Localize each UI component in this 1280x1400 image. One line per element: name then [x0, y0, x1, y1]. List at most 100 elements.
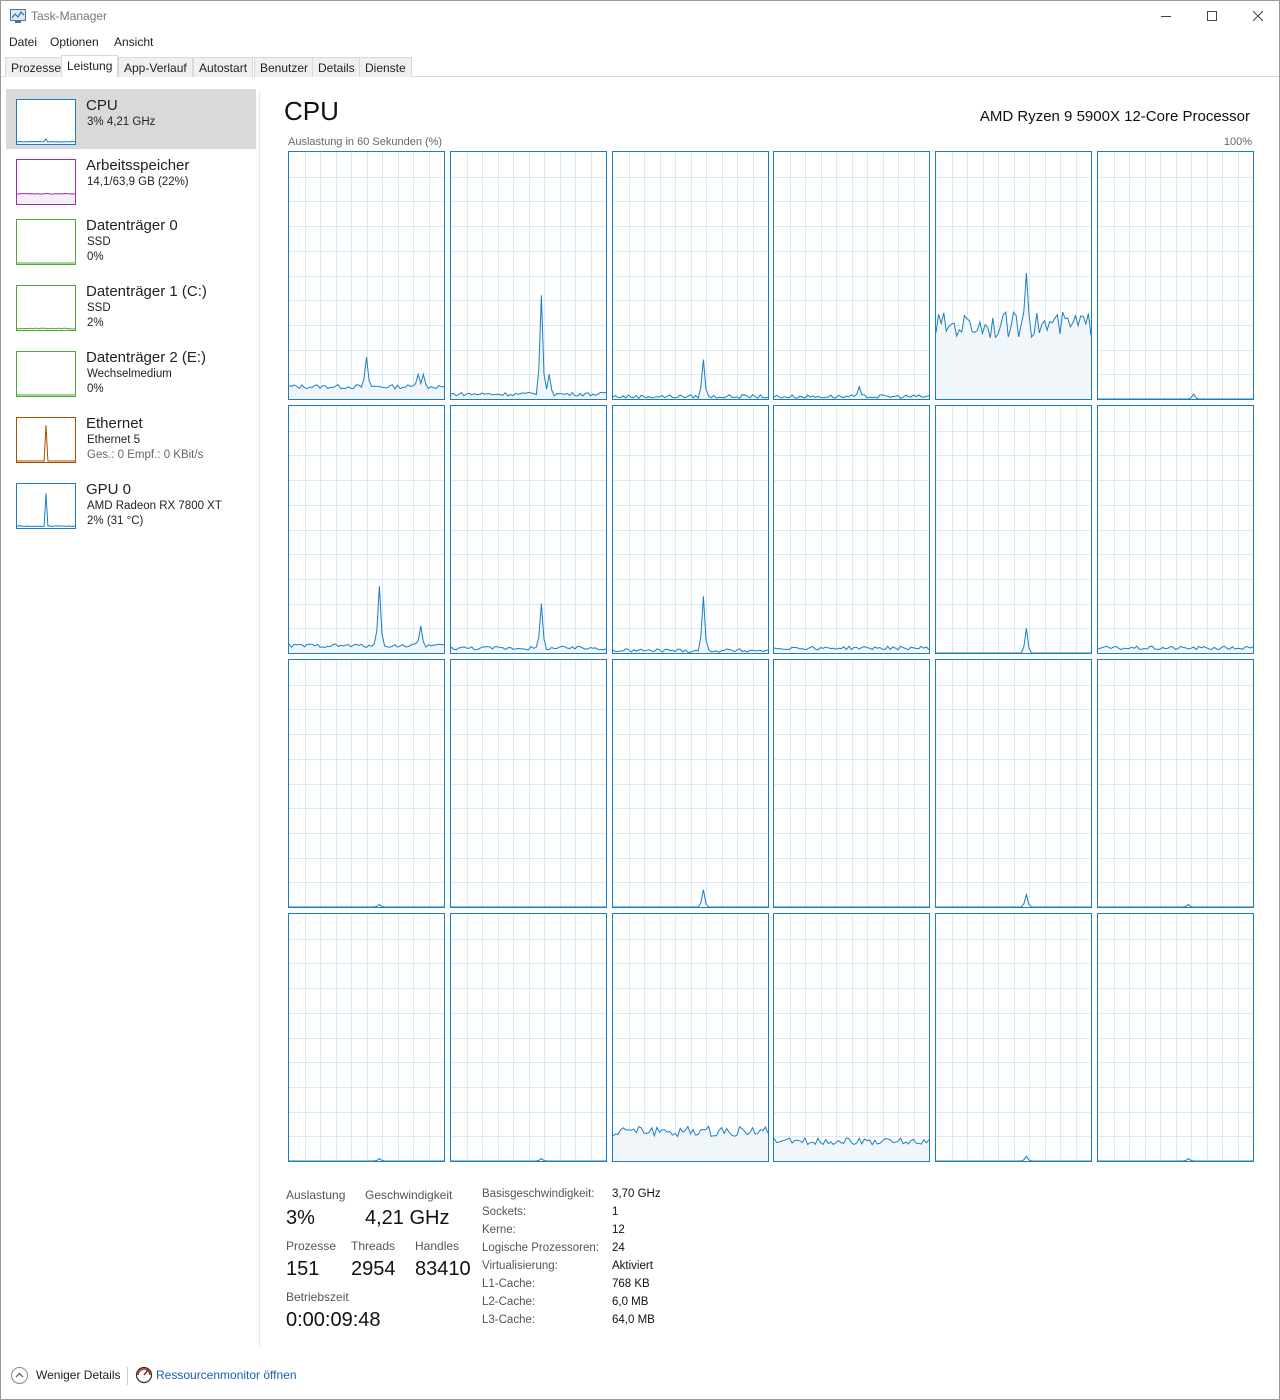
sidebar-item-cpu[interactable]: CPU 3% 4,21 GHz — [6, 89, 256, 149]
maximize-button[interactable] — [1189, 1, 1235, 31]
cpu-mini-graph — [16, 99, 76, 145]
tab-bar: Prozesse Leistung App-Verlauf Autostart … — [1, 55, 1279, 77]
logical-processor-graph — [450, 405, 607, 654]
mini-graph-area — [17, 193, 75, 204]
graph-max-label: 100% — [1223, 136, 1252, 148]
usage-area — [289, 357, 444, 399]
sidebar-item-disk-1[interactable]: Datenträger 1 (C:) SSD 2% — [6, 275, 256, 335]
detail-key: L3-Cache: — [482, 1314, 536, 1326]
usage-area — [1098, 394, 1253, 399]
sidebar-item-ethernet[interactable]: Ethernet Ethernet 5 Ges.: 0 Empf.: 0 KBi… — [6, 407, 256, 467]
sidebar-item-adapter: Ethernet 5 — [87, 434, 141, 446]
tab-autostart[interactable]: Autostart — [193, 57, 254, 77]
uptime-value: 0:00:09:48 — [286, 1309, 381, 1331]
usage-area — [936, 628, 1091, 653]
handles-value: 83410 — [415, 1258, 471, 1280]
sidebar-item-type: Wechselmedium — [87, 368, 172, 380]
usage-area — [774, 386, 929, 399]
mini-graph-line — [17, 192, 75, 195]
logical-processor-graph — [773, 405, 930, 654]
title-bar: Task-Manager — [1, 1, 1279, 31]
logical-processor-graph — [450, 151, 607, 400]
usage-area — [774, 1137, 929, 1161]
logical-processor-graph — [450, 913, 607, 1162]
tab-prozesse[interactable]: Prozesse — [5, 57, 68, 77]
page-title: CPU — [284, 96, 339, 126]
sidebar-item-disk-0[interactable]: Datenträger 0 SSD 0% — [6, 209, 256, 269]
usage-area — [936, 894, 1091, 907]
detail-key: Sockets: — [482, 1206, 527, 1218]
processes-label: Prozesse — [286, 1239, 337, 1253]
detail-key: L1-Cache: — [482, 1278, 536, 1290]
utilization-label: Auslastung — [286, 1188, 346, 1202]
usage-line — [451, 1157, 606, 1161]
menu-ansicht[interactable]: Ansicht — [114, 35, 153, 49]
logical-processor-graph — [935, 151, 1092, 400]
logical-processor-graph — [773, 913, 930, 1162]
logical-processor-graph — [288, 151, 445, 400]
detail-key: Logische Prozessoren: — [482, 1242, 599, 1254]
processes-value: 151 — [286, 1258, 320, 1280]
sidebar-item-title: CPU — [86, 97, 118, 114]
detail-value: 24 — [612, 1242, 625, 1254]
sidebar-item-title: Ethernet — [86, 415, 143, 432]
usage-line — [289, 903, 444, 907]
mini-graph-line — [17, 425, 75, 462]
logical-processor-graph — [450, 659, 607, 908]
detail-value: 64,0 MB — [612, 1314, 655, 1326]
logical-processor-graph — [1097, 405, 1254, 654]
minimize-icon — [1161, 16, 1171, 17]
usage-line — [936, 1155, 1091, 1161]
detail-key: Basisgeschwindigkeit: — [482, 1188, 595, 1200]
handles-label: Handles — [415, 1239, 460, 1253]
detail-value: 12 — [612, 1224, 625, 1236]
resource-monitor-icon — [135, 1366, 153, 1384]
sidebar-item-disk-2[interactable]: Datenträger 2 (E:) Wechselmedium 0% — [6, 341, 256, 401]
detail-key: Virtualisierung: — [482, 1260, 558, 1272]
resource-sidebar: CPU 3% 4,21 GHz Arbeitsspeicher 14,1/63,… — [1, 78, 259, 1348]
mini-graph-line — [17, 327, 75, 330]
uptime-label: Betriebszeit — [286, 1290, 349, 1304]
usage-line — [613, 889, 768, 907]
sidebar-item-value: Ges.: 0 Empf.: 0 KBit/s — [87, 449, 204, 461]
close-button[interactable] — [1235, 1, 1280, 31]
menu-bar: Datei Optionen Ansicht — [1, 32, 1279, 52]
usage-area — [289, 586, 444, 653]
logical-processor-graph — [288, 913, 445, 1162]
resource-monitor-label: Ressourcenmonitor öffnen — [156, 1368, 297, 1382]
tab-details[interactable]: Details — [312, 57, 361, 77]
logical-processor-graph — [288, 659, 445, 908]
maximize-icon — [1207, 11, 1217, 21]
tab-app-verlauf[interactable]: App-Verlauf — [118, 57, 193, 77]
usage-area — [936, 1156, 1091, 1161]
sidebar-item-gpu-0[interactable]: GPU 0 AMD Radeon RX 7800 XT 2% (31 °C) — [6, 473, 256, 533]
sidebar-item-value: 2% (31 °C) — [87, 515, 144, 527]
logical-processor-graph — [773, 151, 930, 400]
logical-processor-graph — [1097, 913, 1254, 1162]
logical-processor-graph — [1097, 659, 1254, 908]
logical-processor-graph — [935, 659, 1092, 908]
sidebar-item-value: 14,1/63,9 GB (22%) — [87, 176, 189, 188]
menu-optionen[interactable]: Optionen — [50, 35, 99, 49]
sidebar-item-title: Arbeitsspeicher — [86, 157, 190, 174]
sidebar-item-title: GPU 0 — [86, 481, 132, 498]
logical-processor-graph — [288, 405, 445, 654]
logical-processor-graph — [1097, 151, 1254, 400]
logical-processor-graph — [935, 405, 1092, 654]
threads-label: Threads — [351, 1239, 396, 1253]
tab-dienste[interactable]: Dienste — [359, 57, 412, 77]
sidebar-item-type: SSD — [87, 236, 111, 248]
tab-benutzer[interactable]: Benutzer — [254, 57, 315, 77]
sidebar-item-memory[interactable]: Arbeitsspeicher 14,1/63,9 GB (22%) — [6, 149, 256, 209]
sidebar-item-title: Datenträger 1 (C:) — [86, 283, 207, 300]
minimize-button[interactable] — [1143, 1, 1189, 31]
footer-bar: Weniger Details Ressourcenmonitor öffnen — [1, 1361, 1279, 1391]
logical-processor-graphs — [288, 151, 1254, 1162]
tab-leistung[interactable]: Leistung — [61, 55, 119, 77]
menu-datei[interactable]: Datei — [9, 35, 37, 49]
close-icon — [1253, 11, 1263, 21]
speed-label: Geschwindigkeit — [365, 1188, 453, 1202]
detail-value: 3,70 GHz — [612, 1188, 661, 1200]
cpu-model-name: AMD Ryzen 9 5900X 12-Core Processor — [979, 108, 1250, 125]
sidebar-item-value: 0% — [87, 251, 104, 263]
